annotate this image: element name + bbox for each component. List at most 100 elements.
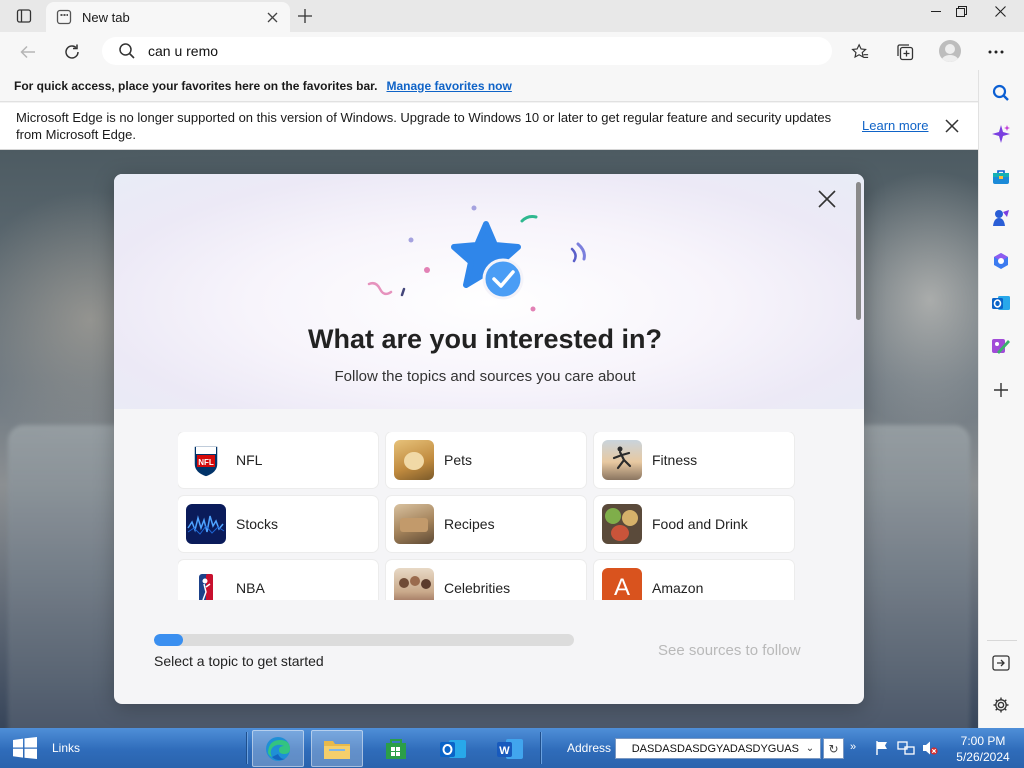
refresh-icon[interactable] — [60, 40, 84, 64]
add-sidebar-app-icon[interactable] — [990, 379, 1012, 401]
topic-label: Amazon — [652, 580, 704, 596]
title-bar: New tab — [0, 0, 1024, 32]
amazon-letter-icon: A — [602, 568, 642, 600]
manage-favorites-link[interactable]: Manage favorites now — [386, 79, 511, 93]
topic-card-celebrities[interactable]: Celebrities — [386, 560, 586, 600]
links-toolbar-label[interactable]: Links — [52, 741, 80, 755]
see-sources-button[interactable]: See sources to follow — [658, 642, 801, 659]
progress-label: Select a topic to get started — [154, 653, 324, 669]
topic-card-fitness[interactable]: Fitness — [594, 432, 794, 488]
tab-new-tab[interactable]: New tab — [46, 2, 290, 32]
topic-grid: NFL NFL Pets Fitness Stocks Recipes Food… — [178, 432, 798, 600]
pets-thumbnail — [394, 440, 434, 480]
topic-card-stocks[interactable]: Stocks — [178, 496, 378, 552]
interests-dialog: What are you interested in? Follow the t… — [114, 174, 864, 704]
celebrities-thumbnail — [394, 568, 434, 600]
taskbar-store-app[interactable] — [370, 730, 422, 767]
tab-close-icon[interactable] — [264, 9, 280, 25]
address-search-box[interactable] — [102, 37, 832, 65]
taskbar-outlook-app[interactable] — [427, 730, 479, 767]
search-icon — [119, 43, 135, 59]
taskbar-edge-app[interactable] — [252, 730, 304, 767]
topic-label: Stocks — [236, 516, 279, 532]
folder-icon — [324, 740, 350, 759]
tab-title: New tab — [82, 9, 130, 25]
infobar-close-icon[interactable] — [944, 118, 962, 136]
taskbar-word-app[interactable]: W — [484, 730, 536, 767]
taskbar-address-box[interactable]: ⌄ — [615, 738, 821, 759]
games-icon[interactable] — [990, 207, 1012, 229]
topic-label: NFL — [236, 452, 263, 468]
profile-avatar[interactable] — [939, 40, 961, 62]
outlook-icon[interactable] — [990, 292, 1012, 314]
back-arrow-icon[interactable] — [16, 40, 40, 64]
infobar-message: Microsoft Edge is no longer supported on… — [16, 110, 832, 142]
topic-label: Recipes — [444, 516, 495, 532]
navigation-bar — [0, 32, 1024, 70]
topic-card-recipes[interactable]: Recipes — [386, 496, 586, 552]
toolbar-expand-chevron-icon[interactable]: » — [850, 741, 856, 753]
stocks-thumbnail — [186, 504, 226, 544]
topic-card-pets[interactable]: Pets — [386, 432, 586, 488]
amazon-letter: A — [613, 574, 630, 600]
customize-gear-icon[interactable] — [990, 694, 1012, 716]
copilot-sparkle-icon[interactable] — [990, 123, 1012, 145]
network-icon[interactable] — [897, 739, 915, 757]
designer-icon[interactable] — [990, 335, 1012, 357]
topic-label: Food and Drink — [652, 516, 748, 532]
favorites-bar-message: For quick access, place your favorites h… — [14, 78, 378, 93]
more-options-icon[interactable] — [984, 40, 1008, 64]
sidebar-search-icon[interactable] — [990, 82, 1012, 104]
dialog-scrollbar[interactable] — [856, 182, 861, 320]
collections-icon[interactable] — [893, 40, 917, 64]
taskbar-file-explorer-app[interactable] — [311, 730, 363, 767]
window-close-button[interactable] — [976, 0, 1024, 22]
topic-label: Fitness — [652, 452, 698, 468]
topic-label: NBA — [236, 580, 265, 596]
start-windows-icon[interactable] — [12, 737, 38, 759]
search-input[interactable] — [148, 43, 748, 59]
address-toolbar-label: Address — [567, 741, 612, 755]
topic-label: Pets — [444, 452, 473, 468]
favorites-star-icon[interactable] — [848, 40, 872, 64]
edge-icon — [266, 736, 290, 761]
recipes-thumbnail — [394, 504, 434, 544]
topic-card-nba[interactable]: NBA — [178, 560, 378, 600]
shopping-bag-icon[interactable] — [990, 166, 1012, 188]
word-icon: W — [497, 738, 523, 759]
nfl-badge-text: NFL — [198, 458, 214, 467]
topic-card-food-and-drink[interactable]: Food and Drink — [594, 496, 794, 552]
svg-text:W: W — [499, 745, 510, 757]
microsoft365-icon[interactable] — [990, 250, 1012, 272]
tab-actions-icon[interactable] — [13, 5, 35, 27]
edge-sidebar — [978, 70, 1024, 728]
dialog-subtitle: Follow the topics and sources you care a… — [334, 368, 636, 385]
system-clock[interactable]: 7:00 PM 5/26/2024 — [948, 733, 1018, 765]
topic-card-nfl[interactable]: NFL NFL — [178, 432, 378, 488]
selection-progress-bar — [154, 634, 574, 646]
volume-muted-icon[interactable] — [921, 739, 939, 757]
star-checkmark-illustration — [367, 205, 586, 312]
address-go-refresh-icon[interactable]: ↻ — [823, 738, 844, 759]
store-icon — [386, 738, 406, 759]
dialog-close-icon[interactable] — [814, 186, 840, 212]
clock-time: 7:00 PM — [960, 734, 1006, 748]
new-tab-page-icon — [56, 9, 72, 25]
chevron-down-icon[interactable]: ⌄ — [801, 743, 819, 754]
selection-progress-fill — [154, 634, 184, 646]
windows-taskbar: Links W Address ⌄ ↻ » 7:00 PM 5/26/2024 — [0, 728, 1024, 768]
nfl-logo-icon: NFL — [186, 440, 226, 480]
unsupported-windows-infobar: Microsoft Edge is no longer supported on… — [0, 103, 978, 150]
action-center-flag-icon[interactable] — [873, 739, 891, 757]
nba-logo-icon — [186, 568, 226, 600]
outlook-icon — [440, 739, 466, 758]
favorites-bar: For quick access, place your favorites h… — [0, 70, 978, 102]
topic-label: Celebrities — [444, 580, 511, 596]
hide-sidebar-icon[interactable] — [990, 652, 1012, 674]
restore-button[interactable] — [946, 0, 976, 22]
topic-card-amazon[interactable]: A Amazon — [594, 560, 794, 600]
learn-more-link[interactable]: Learn more — [862, 118, 928, 133]
taskbar-address-input[interactable] — [616, 742, 801, 755]
food-and-drink-thumbnail — [602, 504, 642, 544]
new-tab-button[interactable] — [294, 5, 316, 27]
